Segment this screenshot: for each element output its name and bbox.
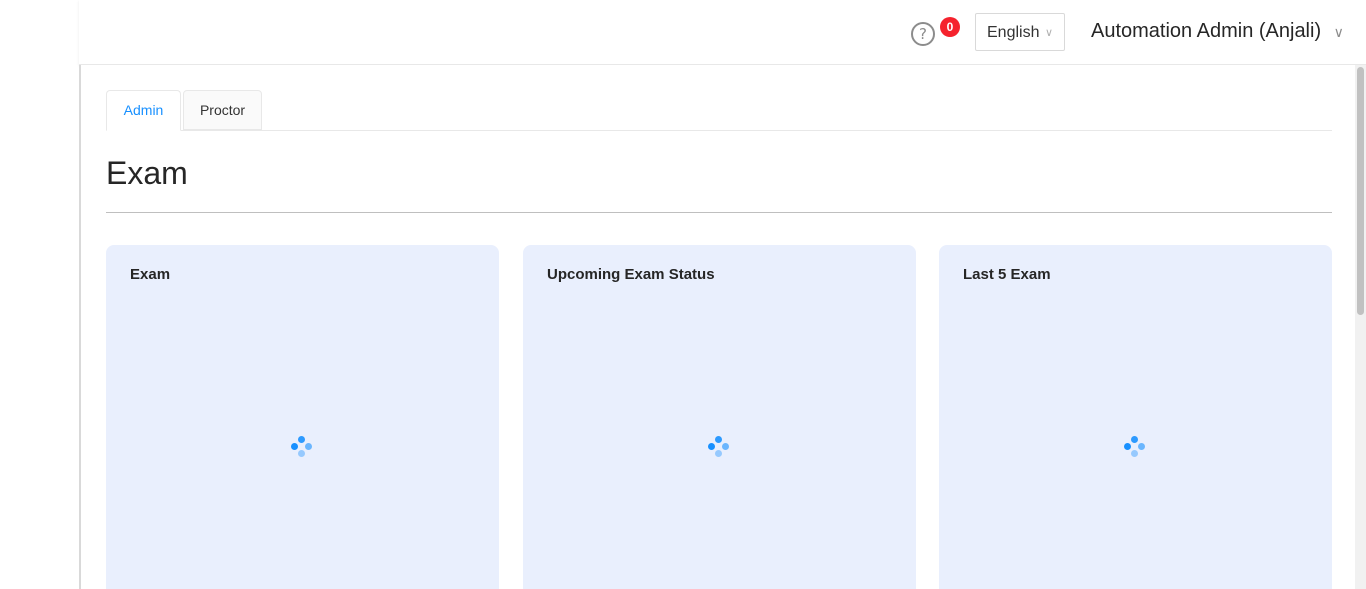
upcoming-exam-status-card: Upcoming Exam Status — [523, 245, 916, 589]
main-content: Admin Proctor Exam Exam Upcoming Exam St… — [79, 65, 1355, 589]
page-title: Exam — [106, 155, 188, 191]
top-header: ? 0 English ∨ Automation Admin (Anjali) … — [79, 0, 1366, 65]
card-title: Exam — [130, 266, 171, 283]
user-menu[interactable]: Automation Admin (Anjali) ∨ — [1091, 20, 1344, 46]
card-title: Upcoming Exam Status — [547, 266, 715, 283]
language-select[interactable]: English ∨ — [975, 13, 1065, 51]
tab-proctor[interactable]: Proctor — [183, 90, 262, 130]
exam-card: Exam — [106, 245, 499, 589]
tab-admin[interactable]: Admin — [106, 90, 181, 131]
card-title: Last 5 Exam — [963, 266, 1051, 283]
user-name: Automation Admin (Anjali) — [1091, 20, 1322, 42]
question-circle-icon[interactable]: ? — [911, 22, 935, 46]
divider — [106, 212, 1332, 213]
tab-bar: Admin Proctor — [106, 90, 1332, 131]
language-select-value: English — [987, 24, 1040, 41]
loading-spinner-icon — [1123, 436, 1147, 460]
scrollbar-thumb[interactable] — [1357, 67, 1364, 315]
notification-badge[interactable]: 0 — [940, 17, 960, 37]
left-sidebar — [0, 0, 79, 589]
vertical-scrollbar[interactable] — [1355, 65, 1366, 589]
chevron-down-icon: ∨ — [1333, 25, 1344, 41]
last-5-exam-card: Last 5 Exam — [939, 245, 1332, 589]
chevron-down-icon: ∨ — [1045, 26, 1054, 39]
loading-spinner-icon — [290, 436, 314, 460]
loading-spinner-icon — [707, 436, 731, 460]
